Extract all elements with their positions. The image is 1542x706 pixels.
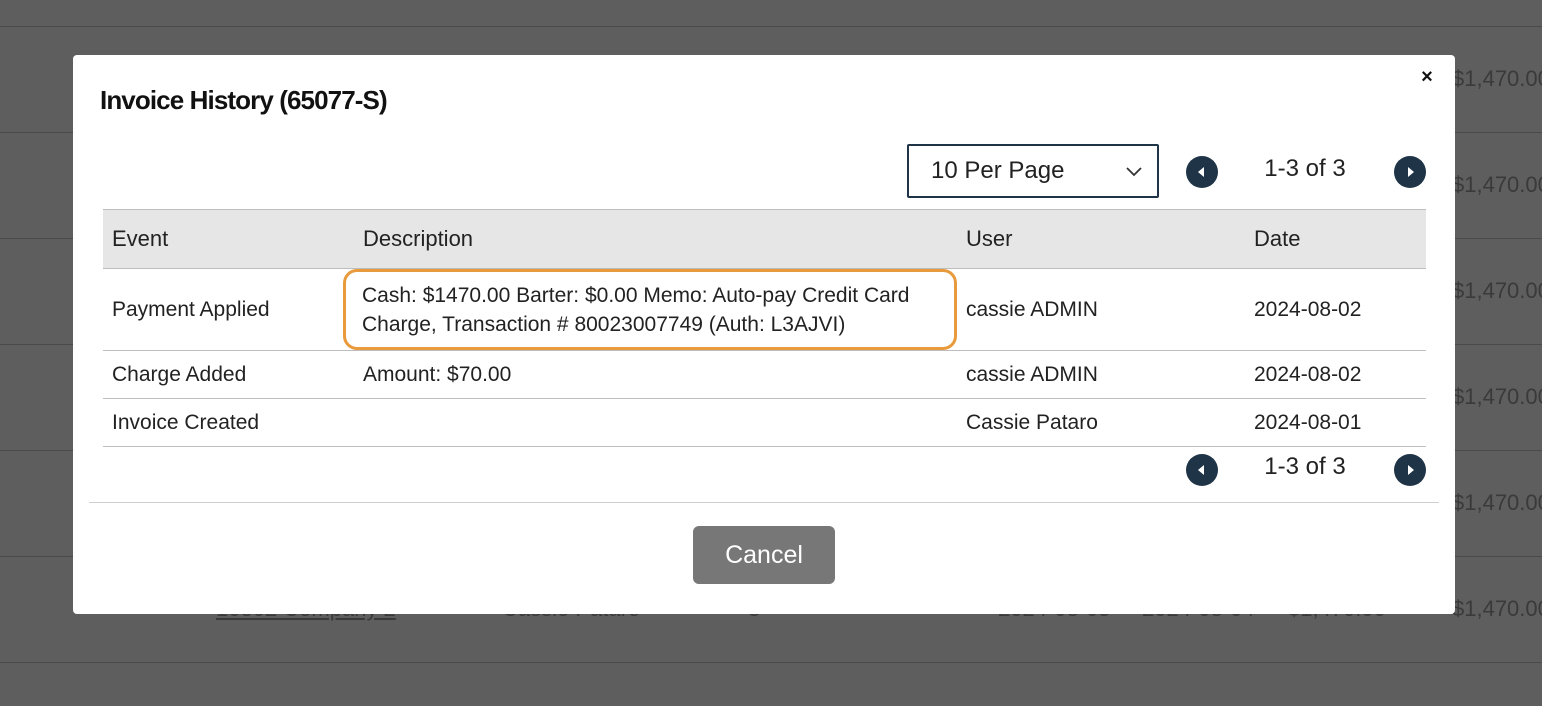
user-cell: cassie ADMIN <box>957 268 1245 351</box>
chevron-down-icon <box>1126 167 1142 177</box>
table-row: Charge Added Amount: $70.00 cassie ADMIN… <box>103 350 1426 399</box>
pager-next-button-top[interactable] <box>1394 156 1426 188</box>
background-amount: $1,470.00 <box>1452 66 1542 91</box>
history-table: Event Description User Date Payment Appl… <box>103 209 1426 447</box>
caret-right-icon <box>1408 465 1414 475</box>
column-header-description: Description <box>354 209 957 269</box>
event-cell: Payment Applied <box>103 268 354 351</box>
pager-prev-button-bottom[interactable] <box>1186 454 1218 486</box>
table-row: Payment Applied Cash: $1470.00 Barter: $… <box>103 268 1426 351</box>
per-page-select[interactable]: 10 Per Page <box>907 144 1159 198</box>
cancel-button[interactable]: Cancel <box>693 526 835 584</box>
date-cell: 2024-08-02 <box>1245 268 1426 351</box>
caret-left-icon <box>1198 465 1204 475</box>
highlighted-description: Cash: $1470.00 Barter: $0.00 Memo: Auto-… <box>343 269 957 350</box>
event-cell: Charge Added <box>103 350 354 399</box>
pager-prev-button-top[interactable] <box>1186 156 1218 188</box>
background-amount: $1,470.00 <box>1452 384 1542 409</box>
background-amount: $1,470.00 <box>1452 278 1542 303</box>
per-page-value: 10 Per Page <box>931 157 1065 184</box>
date-cell: 2024-08-01 <box>1245 398 1426 447</box>
table-row: Invoice Created Cassie Pataro 2024-08-01 <box>103 398 1426 447</box>
date-cell: 2024-08-02 <box>1245 350 1426 399</box>
column-header-user: User <box>957 209 1245 269</box>
description-cell <box>354 398 957 447</box>
column-header-date: Date <box>1245 209 1426 269</box>
close-icon[interactable]: × <box>1417 67 1437 87</box>
pager-count-bottom: 1-3 of 3 <box>1264 453 1346 480</box>
description-cell: Cash: $1470.00 Barter: $0.00 Memo: Auto-… <box>343 268 957 351</box>
pager-count-top: 1-3 of 3 <box>1264 155 1346 182</box>
user-cell: cassie ADMIN <box>957 350 1245 399</box>
invoice-history-modal: Invoice History (65077-S) × 10 Per Page … <box>73 55 1455 614</box>
background-amount: $1,470.00 <box>1452 490 1542 515</box>
background-amount: $1,470.00 <box>1452 172 1542 197</box>
caret-left-icon <box>1198 167 1204 177</box>
table-header-row: Event Description User Date <box>103 209 1426 269</box>
user-cell: Cassie Pataro <box>957 398 1245 447</box>
event-cell: Invoice Created <box>103 398 354 447</box>
background-row <box>0 0 1542 27</box>
description-cell: Amount: $70.00 <box>354 350 957 399</box>
modal-footer-divider <box>89 502 1439 503</box>
pager-next-button-bottom[interactable] <box>1394 454 1426 486</box>
column-header-event: Event <box>103 209 354 269</box>
modal-title: Invoice History (65077-S) <box>100 85 388 115</box>
background-amount: $1,470.00 <box>1452 596 1542 621</box>
caret-right-icon <box>1408 167 1414 177</box>
